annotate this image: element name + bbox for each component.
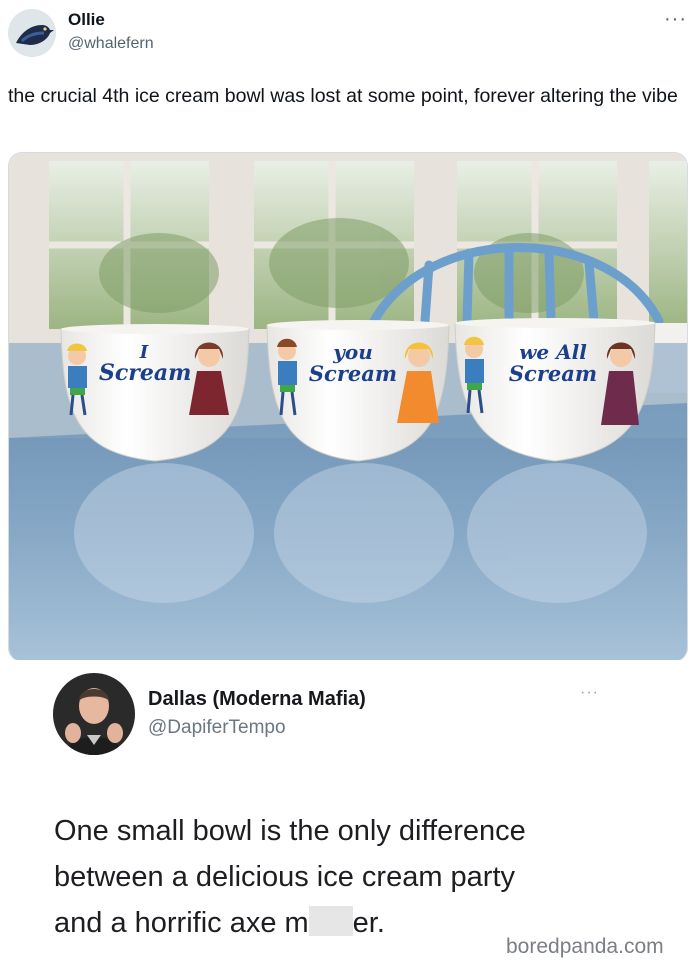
author-handle[interactable]: @whalefern [68, 35, 154, 53]
bird-avatar-icon [8, 9, 56, 57]
person-avatar-icon [53, 673, 135, 755]
bowl-1-line2: Scream [99, 360, 192, 386]
bowl-2-line1: you [333, 340, 373, 364]
bowl-3-line2: Scream [508, 361, 598, 386]
quoted-text-line-3-start: and a horrific axe m [54, 907, 309, 939]
more-options-icon[interactable]: ··· [664, 8, 687, 31]
quoted-author-avatar [53, 673, 135, 755]
bowl-3-text: we All Scream [499, 341, 607, 385]
author-name[interactable]: Ollie [68, 10, 105, 30]
bowl-2-text: you Scream [305, 341, 401, 385]
quoted-more-icon: ··· [580, 684, 599, 701]
quoted-tweet-screenshot: Dallas (Moderna Mafia) @DapiferTempo ···… [0, 660, 700, 970]
bowl-3-line1: we All [519, 340, 587, 364]
quoted-text-line-3-end: er. [352, 907, 385, 939]
bowl-2-line2: Scream [308, 361, 398, 386]
watermark: boredpanda.com [506, 935, 664, 958]
tweet-text: the crucial 4th ice cream bowl was lost … [8, 85, 678, 107]
bowl-1-text: I Scream [99, 343, 192, 386]
tweet-photo[interactable]: I Scream you Scream we All Scream [8, 152, 688, 662]
author-avatar[interactable] [8, 9, 56, 57]
quoted-tweet-text: One small bowl is the only difference be… [54, 808, 654, 946]
quoted-author-name: Dallas (Moderna Mafia) [148, 688, 366, 710]
tweet: Ollie @whalefern ··· the crucial 4th ice… [0, 0, 700, 970]
quoted-author-handle: @DapiferTempo [148, 717, 286, 738]
ice-cream-bowls-photo [9, 153, 687, 661]
quoted-text-line-1: One small bowl is the only difference [54, 815, 526, 847]
redaction-box [308, 906, 353, 936]
quoted-text-line-2: between a delicious ice cream party [54, 861, 516, 893]
